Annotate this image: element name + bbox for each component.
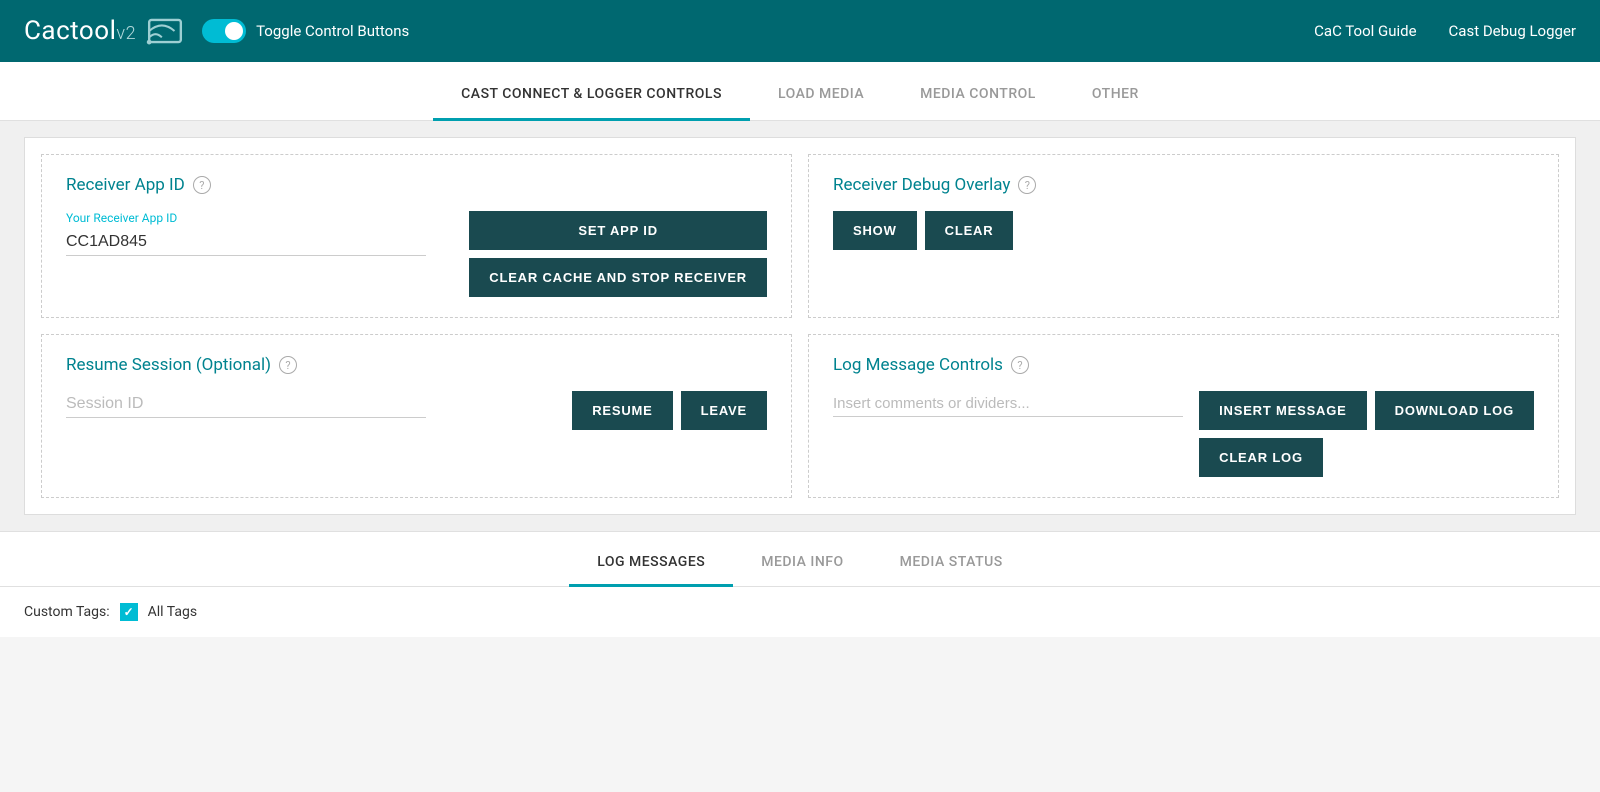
receiver-app-id-card: Receiver App ID ? Your Receiver App ID S… — [41, 154, 792, 318]
log-message-controls-title: Log Message Controls ? — [833, 355, 1534, 375]
tab-log-messages[interactable]: LOG MESSAGES — [569, 540, 733, 587]
resume-session-help-icon[interactable]: ? — [279, 356, 297, 374]
card-grid: Receiver App ID ? Your Receiver App ID S… — [24, 137, 1576, 515]
clear-cache-stop-button[interactable]: CLEAR CACHE AND STOP RECEIVER — [469, 258, 767, 297]
cast-icon — [146, 12, 184, 50]
download-log-button[interactable]: DOWNLOAD LOG — [1375, 391, 1534, 430]
log-top-buttons: INSERT MESSAGE DOWNLOAD LOG — [1199, 391, 1534, 430]
toggle-label: Toggle Control Buttons — [256, 22, 409, 40]
log-message-controls-card: Log Message Controls ? INSERT MESSAGE DO… — [808, 334, 1559, 498]
resume-session-title-text: Resume Session (Optional) — [66, 355, 271, 375]
receiver-app-id-title-text: Receiver App ID — [66, 175, 185, 195]
receiver-app-id-help-icon[interactable]: ? — [193, 176, 211, 194]
logo-area: Cactoolv2 — [24, 12, 184, 50]
receiver-debug-buttons: SHOW CLEAR — [833, 211, 1534, 250]
log-message-controls-body: INSERT MESSAGE DOWNLOAD LOG CLEAR LOG — [833, 391, 1534, 477]
leave-button[interactable]: LEAVE — [681, 391, 767, 430]
logo-version: v2 — [116, 23, 136, 44]
tab-media-control[interactable]: MEDIA CONTROL — [892, 70, 1064, 121]
toggle-button[interactable] — [202, 19, 246, 43]
log-message-controls-title-text: Log Message Controls — [833, 355, 1003, 375]
session-id-input[interactable] — [66, 391, 426, 418]
resume-session-card: Resume Session (Optional) ? RESUME LEAVE — [41, 334, 792, 498]
resume-session-buttons: RESUME LEAVE — [572, 391, 767, 430]
header: Cactoolv2 Toggle Control Buttons CaC Too… — [0, 0, 1600, 62]
all-tags-checkbox[interactable] — [120, 603, 138, 621]
main-content: Receiver App ID ? Your Receiver App ID S… — [0, 121, 1600, 531]
receiver-debug-title-text: Receiver Debug Overlay — [833, 175, 1010, 195]
bottom-section: LOG MESSAGES MEDIA INFO MEDIA STATUS Cus… — [0, 531, 1600, 637]
log-clear-button-row: CLEAR LOG — [1199, 438, 1534, 477]
tab-media-status[interactable]: MEDIA STATUS — [872, 540, 1031, 587]
show-debug-button[interactable]: SHOW — [833, 211, 917, 250]
main-tab-nav: CAST CONNECT & LOGGER CONTROLS LOAD MEDI… — [0, 62, 1600, 121]
receiver-app-id-body: Your Receiver App ID SET APP ID CLEAR CA… — [66, 211, 767, 297]
logo-text: Cactoolv2 — [24, 16, 136, 46]
receiver-app-id-input-area: Your Receiver App ID — [66, 211, 453, 256]
resume-button[interactable]: RESUME — [572, 391, 672, 430]
receiver-app-id-input-label: Your Receiver App ID — [66, 211, 453, 225]
receiver-app-id-title: Receiver App ID ? — [66, 175, 767, 195]
log-input-area — [833, 391, 1183, 417]
tab-media-info[interactable]: MEDIA INFO — [733, 540, 871, 587]
tab-other[interactable]: OTHER — [1064, 70, 1167, 121]
header-nav: CaC Tool Guide Cast Debug Logger — [1314, 22, 1576, 40]
set-app-id-button[interactable]: SET APP ID — [469, 211, 767, 250]
toggle-area: Toggle Control Buttons — [202, 19, 409, 43]
cac-tool-guide-link[interactable]: CaC Tool Guide — [1314, 22, 1416, 40]
bottom-tab-nav: LOG MESSAGES MEDIA INFO MEDIA STATUS — [0, 532, 1600, 587]
receiver-app-id-input[interactable] — [66, 229, 426, 256]
log-control-buttons: INSERT MESSAGE DOWNLOAD LOG CLEAR LOG — [1199, 391, 1534, 477]
receiver-debug-help-icon[interactable]: ? — [1018, 176, 1036, 194]
resume-session-title: Resume Session (Optional) ? — [66, 355, 767, 375]
cast-debug-logger-link[interactable]: Cast Debug Logger — [1449, 22, 1576, 40]
receiver-debug-card: Receiver Debug Overlay ? SHOW CLEAR — [808, 154, 1559, 318]
receiver-app-id-buttons: SET APP ID CLEAR CACHE AND STOP RECEIVER — [469, 211, 767, 297]
clear-log-button[interactable]: CLEAR LOG — [1199, 438, 1323, 477]
custom-tags-label: Custom Tags: — [24, 604, 110, 620]
log-filter-area: Custom Tags: All Tags — [0, 587, 1600, 637]
clear-debug-button[interactable]: CLEAR — [925, 211, 1014, 250]
session-id-input-area — [66, 391, 556, 418]
log-comment-input[interactable] — [833, 391, 1183, 417]
all-tags-label: All Tags — [148, 604, 197, 620]
resume-session-body: RESUME LEAVE — [66, 391, 767, 430]
tab-cast-connect[interactable]: CAST CONNECT & LOGGER CONTROLS — [433, 70, 750, 121]
log-message-controls-help-icon[interactable]: ? — [1011, 356, 1029, 374]
insert-message-button[interactable]: INSERT MESSAGE — [1199, 391, 1367, 430]
tab-load-media[interactable]: LOAD MEDIA — [750, 70, 892, 121]
logo-name: Cactool — [24, 16, 116, 46]
receiver-debug-title: Receiver Debug Overlay ? — [833, 175, 1534, 195]
